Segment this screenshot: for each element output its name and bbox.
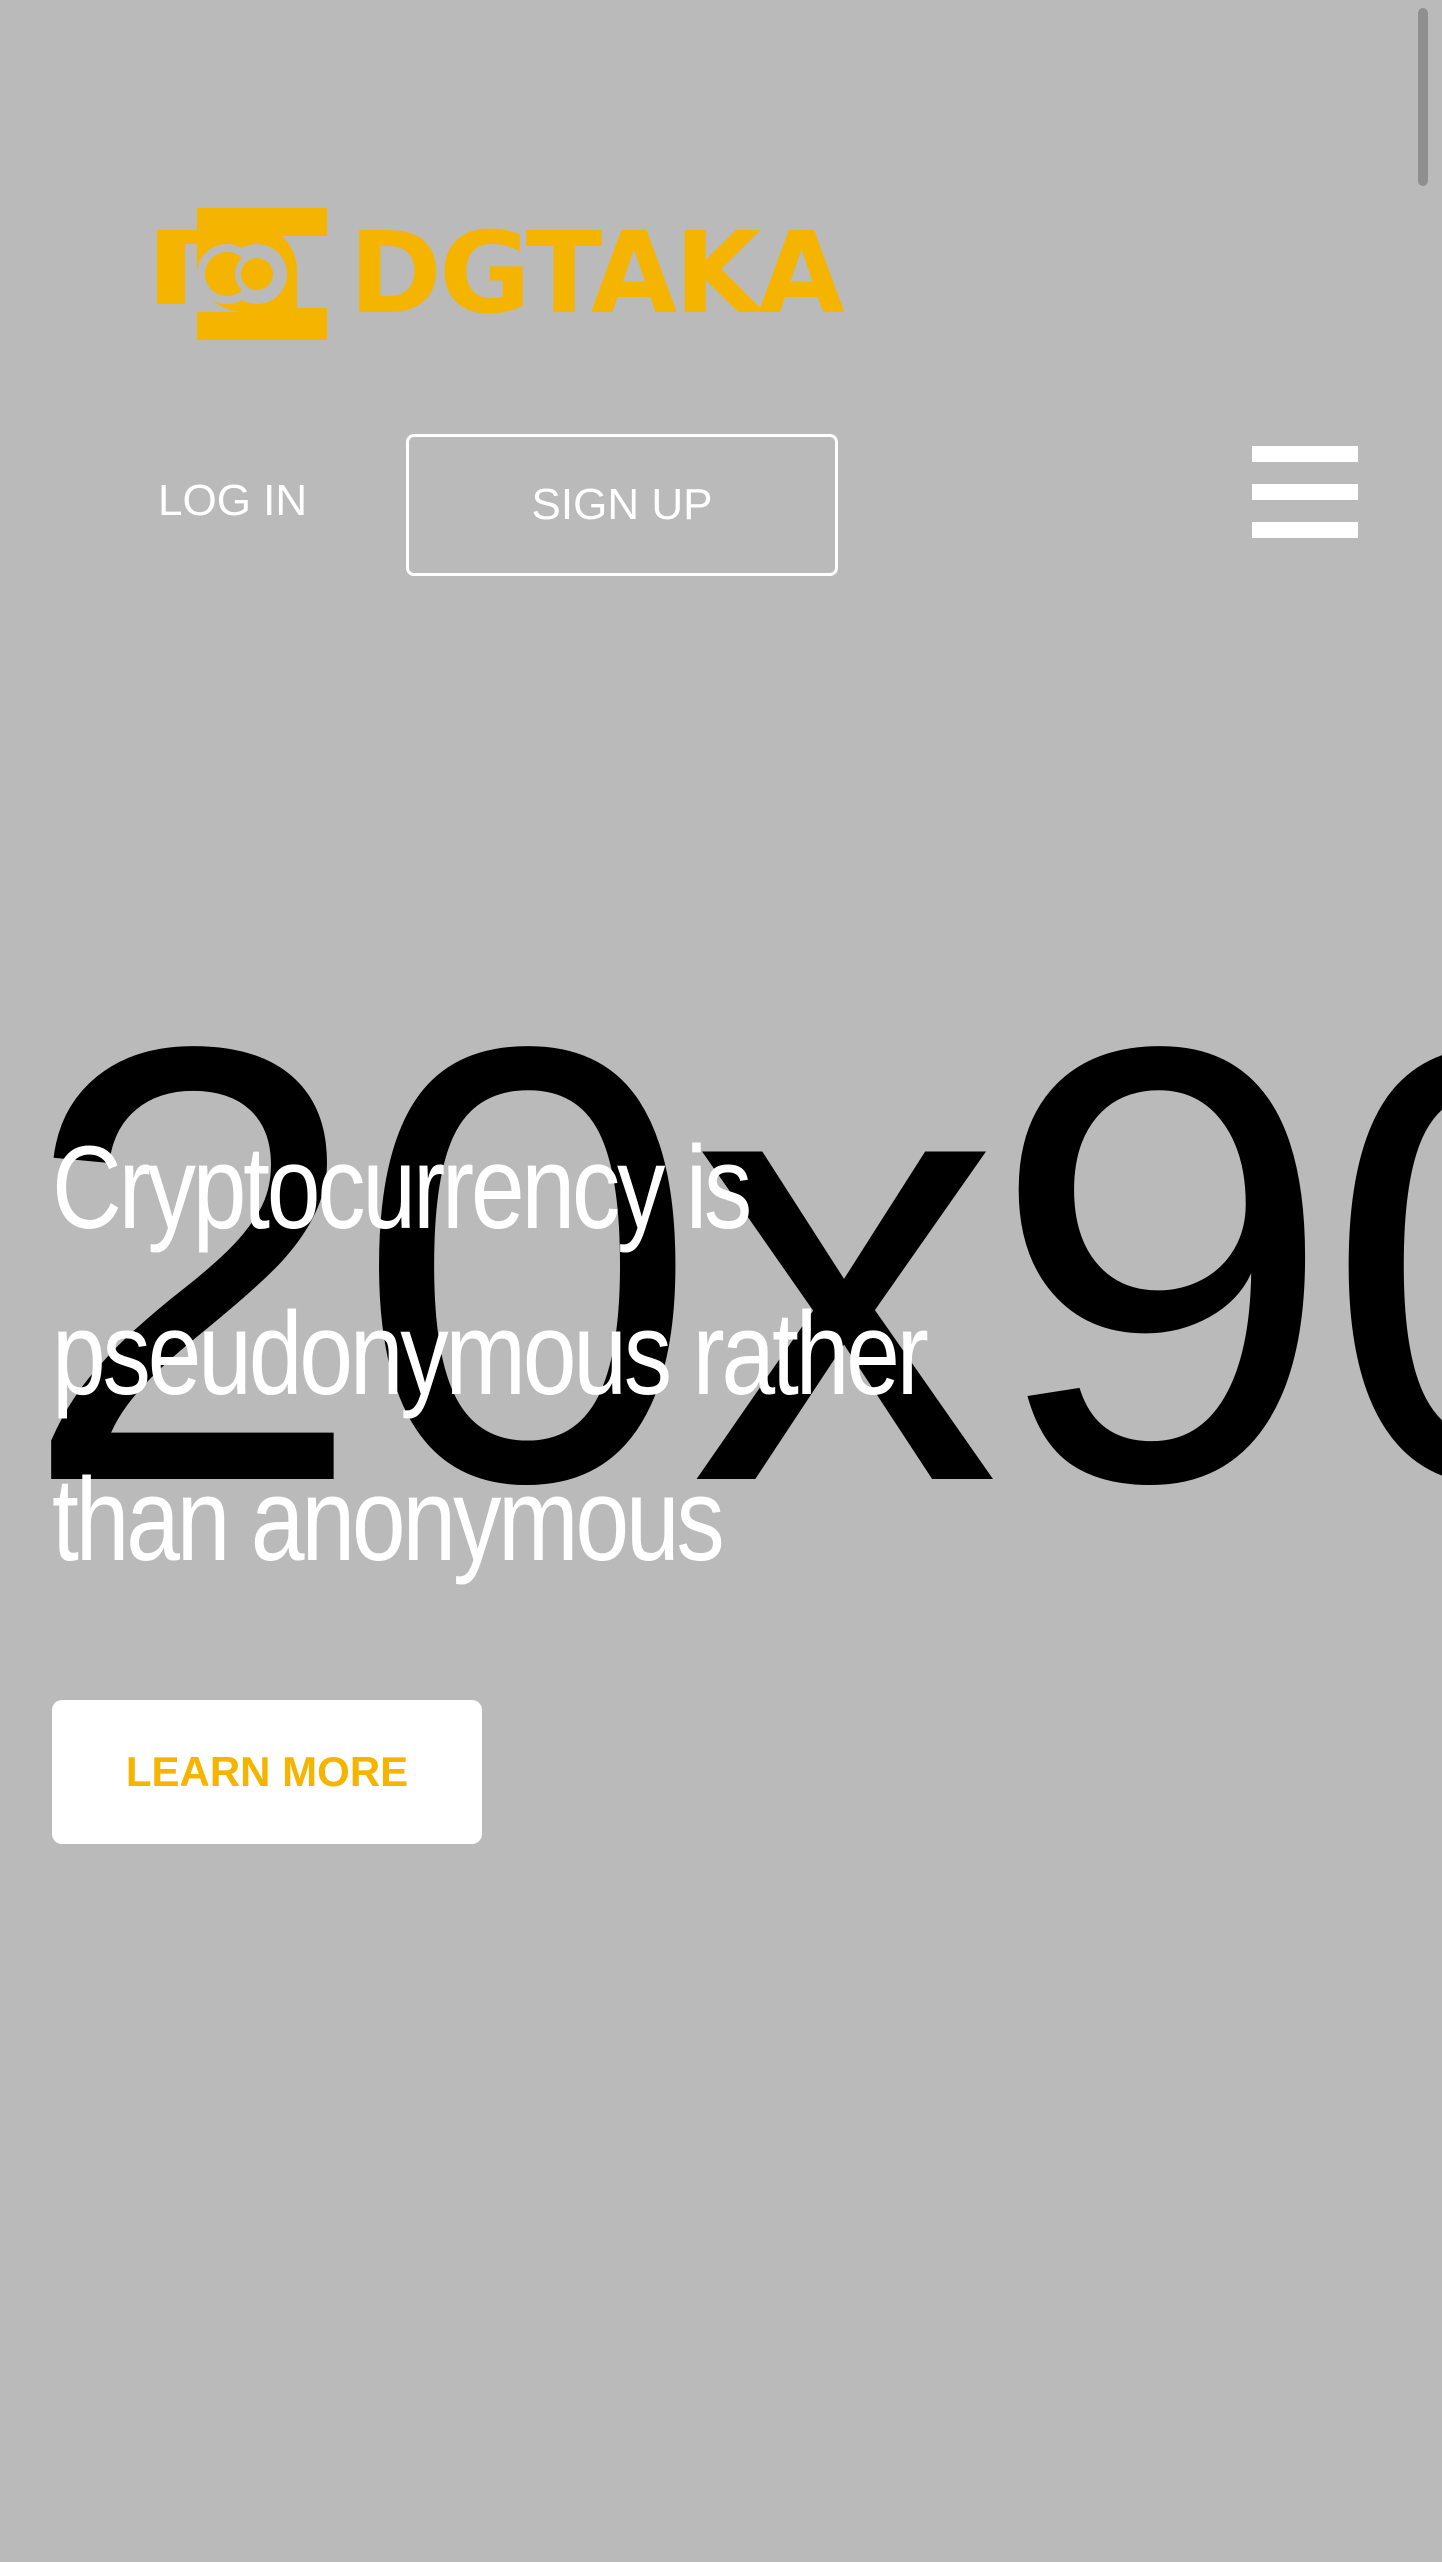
learn-more-button-label: LEARN MORE — [125, 1748, 409, 1795]
brand-name: DGTAKA — [349, 209, 845, 339]
hamburger-line-bottom — [1252, 522, 1358, 538]
brand-logo[interactable]: DGTAKA — [157, 208, 845, 340]
dgtaka-logo-mark-icon — [157, 208, 327, 340]
signup-button-label: SIGN UP — [531, 480, 713, 529]
hamburger-menu-icon[interactable] — [1252, 446, 1358, 538]
login-link[interactable]: LOG IN — [158, 476, 307, 526]
learn-more-button[interactable]: LEARN MORE — [52, 1700, 482, 1844]
page: 20x90 DGTAKA LOG IN SIGN UP Cryptocurren… — [0, 0, 1442, 2562]
signup-button[interactable]: SIGN UP — [406, 434, 838, 576]
hamburger-line-top — [1252, 446, 1358, 462]
scrollbar-thumb[interactable] — [1418, 8, 1428, 186]
hero-headline: Cryptocurrency is pseudonymous rather th… — [52, 1122, 929, 1586]
hamburger-line-middle — [1252, 484, 1358, 500]
